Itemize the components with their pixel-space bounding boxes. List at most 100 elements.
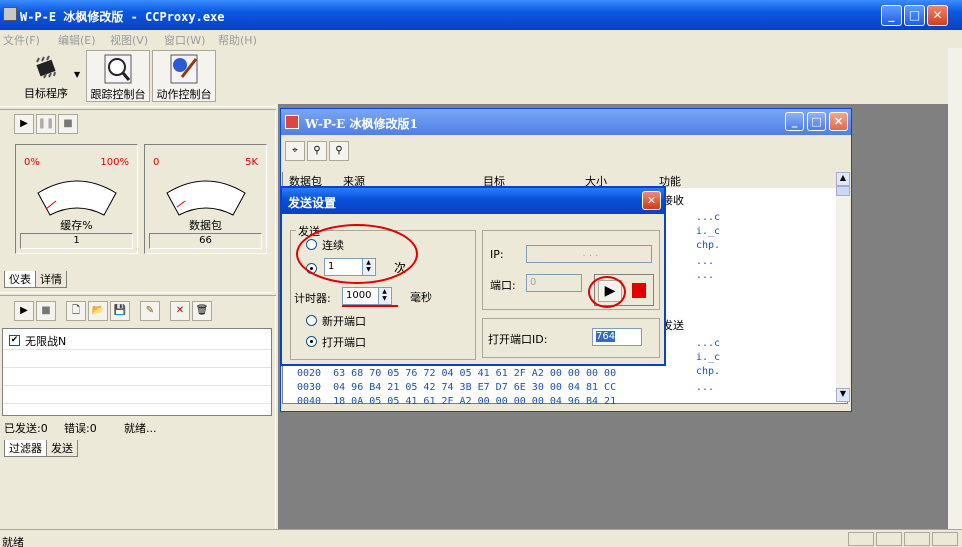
sent-count: 已发送:0 <box>4 422 48 435</box>
open-port-id-label: 打开端口ID: <box>488 333 548 346</box>
target-program-label: 目标程序 <box>24 87 68 100</box>
new-file-icon[interactable]: 🗋 <box>66 301 86 321</box>
close-button[interactable]: ✕ <box>927 5 948 26</box>
tab-details[interactable]: 详情 <box>35 271 67 288</box>
pen-icon[interactable]: ✎ <box>140 301 160 321</box>
status-pane <box>904 532 930 546</box>
port-input[interactable]: 0 <box>526 274 582 292</box>
delete-icon[interactable]: ✕ <box>170 301 190 321</box>
gripper <box>0 106 276 110</box>
gauge-name: 数据包 <box>189 219 222 232</box>
red-annotation-circle <box>588 276 626 308</box>
window-title-bar[interactable]: W-P-E 冰枫修改版 - CCProxy.exe _ □ ✕ <box>0 0 962 30</box>
gauge-max-label: 5K <box>245 157 258 168</box>
gauge-value: 66 <box>149 233 262 249</box>
tab-meter[interactable]: 仪表 <box>4 271 36 288</box>
status-pane <box>876 532 902 546</box>
window-scrollbar[interactable] <box>948 48 962 533</box>
dialog-title-bar[interactable]: 发送设置 ✕ <box>282 188 664 214</box>
capture-window-title-bar[interactable]: W-P-E 冰枫修改版1 _ □ ✕ <box>281 109 851 135</box>
trash-icon[interactable]: 🗑 <box>192 301 212 321</box>
new-port-radio[interactable] <box>306 315 317 326</box>
ip-label: IP: <box>490 248 504 261</box>
open-port-radio[interactable] <box>306 336 317 347</box>
packet-dial <box>166 180 246 216</box>
status-pane <box>848 532 874 546</box>
action-console-button[interactable]: 动作控制台 <box>152 50 216 102</box>
child-maximize-button[interactable]: □ <box>807 112 826 131</box>
pause-icon[interactable]: ❚❚ <box>36 114 56 134</box>
list-item[interactable]: ✔ 无限战N <box>3 329 271 349</box>
send-stop-button[interactable] <box>632 283 646 298</box>
hex-ascii: ... <box>696 256 715 267</box>
hex-ascii: chp. <box>696 366 721 377</box>
capture-window-title: W-P-E 冰枫修改版1 <box>305 117 418 131</box>
menu-file[interactable]: 文件(F) <box>3 32 40 48</box>
gauge-value: 1 <box>20 233 133 249</box>
app-icon <box>3 7 17 21</box>
target-program-button[interactable]: 目标程序 <box>8 50 84 102</box>
window-title: W-P-E 冰枫修改版 - CCProxy.exe <box>20 10 225 24</box>
trace-console-button[interactable]: 跟踪控制台 <box>86 50 150 102</box>
status-pane <box>932 532 958 546</box>
open-port-id-input[interactable]: 764 <box>592 328 642 346</box>
packet-list-scrollbar[interactable]: ▲ ▼ <box>836 172 850 402</box>
filter-list[interactable]: ✔ 无限战N <box>2 328 272 416</box>
menu-bar: 文件(F) 编辑(E) 视图(V) 窗口(W) 帮助(H) <box>0 30 962 48</box>
zoom-out-icon[interactable]: ⚲ <box>329 141 349 161</box>
packet-gauge: 0 5K 数据包 66 <box>144 144 267 254</box>
menu-help[interactable]: 帮助(H) <box>218 32 257 48</box>
menu-view[interactable]: 视图(V) <box>110 32 148 48</box>
open-port-id-value: 764 <box>596 331 616 342</box>
hex-ascii: ... <box>696 270 715 281</box>
new-port-label: 新开端口 <box>322 315 366 328</box>
checkbox[interactable]: ✔ <box>9 335 20 346</box>
left-pane: ▶ ❚❚ ■ 0% 100% 缓存% 1 0 5K 数据包 66 仪表 详情 ▶ … <box>0 104 276 529</box>
hex-ascii: ...c <box>696 338 721 349</box>
bottom-tabs: 过滤器 发送 <box>4 440 78 457</box>
menu-window[interactable]: 窗口(W) <box>164 32 205 48</box>
tab-filter[interactable]: 过滤器 <box>4 440 47 457</box>
toolbar: 目标程序 ▼ 跟踪控制台 动作控制台 <box>0 48 962 104</box>
timer-unit: 毫秒 <box>410 291 432 304</box>
send-state: 就绪... <box>124 422 157 435</box>
minimize-button[interactable]: _ <box>881 5 902 26</box>
play-icon[interactable]: ▶ <box>14 301 34 321</box>
hex-ascii: ... <box>696 382 715 393</box>
maximize-button[interactable]: □ <box>904 5 925 26</box>
send-settings-dialog: 发送设置 ✕ 发送 连续 1 ▲ ▼ 次 计时器: 1000 ▲ ▼ 毫秒 新开端口… <box>280 186 666 366</box>
play-icon[interactable]: ▶ <box>14 114 34 134</box>
gauge-min-label: 0 <box>153 157 160 168</box>
scroll-down-icon[interactable]: ▼ <box>836 388 850 402</box>
buffer-gauge: 0% 100% 缓存% 1 <box>15 144 138 254</box>
dialog-close-button[interactable]: ✕ <box>642 191 661 210</box>
stop-icon[interactable]: ■ <box>36 301 56 321</box>
crosshair-icon[interactable]: ⌖ <box>285 141 305 161</box>
action-console-label: 动作控制台 <box>156 88 212 101</box>
port-label: 端口: <box>490 279 516 292</box>
status-bar: 就绪 <box>0 529 962 547</box>
stop-icon[interactable]: ■ <box>58 114 78 134</box>
hex-ascii: i._c <box>696 352 721 363</box>
tab-send[interactable]: 发送 <box>46 440 78 457</box>
ip-input[interactable]: . . . <box>526 245 652 263</box>
magnifier-icon <box>104 54 132 84</box>
zoom-in-icon[interactable]: ⚲ <box>307 141 327 161</box>
open-folder-icon[interactable]: 📂 <box>88 301 108 321</box>
menu-edit[interactable]: 编辑(E) <box>58 32 96 48</box>
open-port-label: 打开端口 <box>322 336 366 349</box>
child-app-icon <box>285 115 299 129</box>
list-item-label: 无限战N <box>25 335 67 348</box>
child-close-button[interactable]: ✕ <box>829 112 848 131</box>
pen-target-icon <box>170 54 198 84</box>
child-minimize-button[interactable]: _ <box>785 112 804 131</box>
scroll-up-icon[interactable]: ▲ <box>836 172 850 186</box>
dropdown-arrow-icon[interactable]: ▼ <box>74 70 80 79</box>
scroll-thumb[interactable] <box>836 186 850 196</box>
hex-row: 0040 18 0A 05 05 41 61 2F A2 00 00 00 00… <box>297 396 617 404</box>
status-text: 就绪 <box>2 536 24 547</box>
save-icon[interactable]: 💾 <box>110 301 130 321</box>
gauge-name: 缓存% <box>60 219 93 232</box>
timer-stepper[interactable]: ▲ ▼ <box>378 288 390 304</box>
chip-icon <box>36 55 56 79</box>
